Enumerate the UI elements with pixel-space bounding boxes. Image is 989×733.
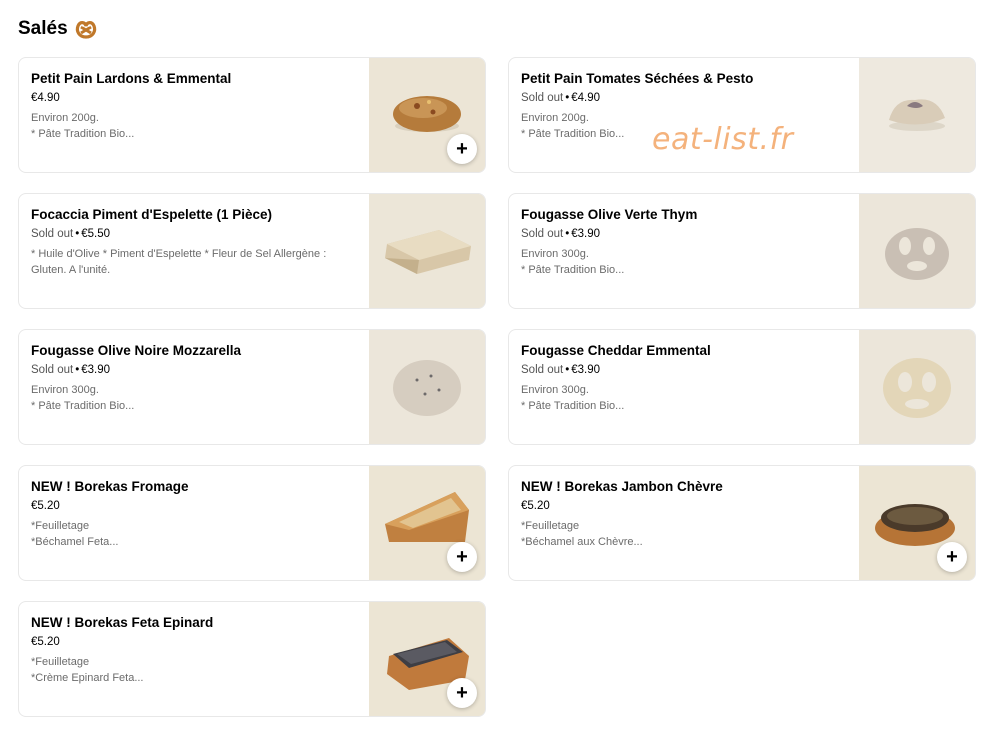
item-title: NEW ! Borekas Jambon Chèvre bbox=[521, 479, 723, 494]
add-button[interactable]: + bbox=[447, 542, 477, 572]
menu-item-text: Focaccia Piment d'Espelette (1 Pièce) So… bbox=[31, 206, 361, 278]
sold-out-label: Sold out bbox=[521, 228, 564, 240]
sold-out-label: Sold out bbox=[31, 364, 74, 376]
menu-grid: Petit Pain Lardons & Emmental €4.90 Envi… bbox=[18, 57, 978, 717]
item-photo bbox=[859, 194, 975, 308]
sold-out-label: Sold out bbox=[31, 228, 74, 240]
item-desc-line: Environ 300g. bbox=[31, 384, 99, 396]
item-description: *Feuilletage *Béchamel aux Chèvre... bbox=[521, 518, 851, 550]
item-desc-line: * Huile d'Olive * Piment d'Espelette * F… bbox=[31, 248, 327, 260]
item-price: €3.90 bbox=[571, 364, 601, 376]
item-description: * Huile d'Olive * Piment d'Espelette * F… bbox=[31, 246, 361, 278]
menu-item-text: Fougasse Olive Noire Mozzarella Sold out… bbox=[31, 342, 361, 414]
item-desc-line: *Feuilletage bbox=[31, 520, 90, 532]
item-title: NEW ! Borekas Feta Epinard bbox=[31, 615, 214, 630]
item-desc-line: Environ 300g. bbox=[521, 248, 589, 260]
menu-item-card[interactable]: NEW ! Borekas Feta Epinard €5.20 *Feuill… bbox=[18, 601, 486, 717]
menu-item-text: NEW ! Borekas Feta Epinard €5.20 *Feuill… bbox=[31, 614, 361, 686]
item-photo bbox=[369, 330, 485, 444]
item-desc-line: Environ 300g. bbox=[521, 384, 589, 396]
item-price: €3.90 bbox=[571, 228, 601, 240]
item-photo bbox=[369, 194, 485, 308]
menu-item-card[interactable]: NEW ! Borekas Fromage €5.20 *Feuilletage… bbox=[18, 465, 486, 581]
section-title: Salés bbox=[18, 18, 68, 39]
item-desc-line: *Béchamel aux Chèvre... bbox=[521, 536, 643, 548]
menu-item-text: NEW ! Borekas Jambon Chèvre €5.20 *Feuil… bbox=[521, 478, 851, 550]
item-price-line: Sold out • €3.90 bbox=[521, 363, 851, 378]
menu-item-text: NEW ! Borekas Fromage €5.20 *Feuilletage… bbox=[31, 478, 361, 550]
item-description: Environ 300g. * Pâte Tradition Bio... bbox=[31, 382, 361, 414]
sold-out-label: Sold out bbox=[521, 364, 564, 376]
item-desc-line: *Feuilletage bbox=[521, 520, 580, 532]
item-price-line: €5.20 bbox=[31, 499, 361, 514]
sold-out-label: Sold out bbox=[521, 92, 564, 104]
menu-item-card[interactable]: Fougasse Olive Noire Mozzarella Sold out… bbox=[18, 329, 486, 445]
item-title: Petit Pain Lardons & Emmental bbox=[31, 71, 232, 86]
item-price-line: Sold out • €5.50 bbox=[31, 227, 361, 242]
pretzel-icon bbox=[74, 18, 98, 40]
item-price: €5.20 bbox=[31, 500, 60, 512]
item-price: €5.20 bbox=[521, 500, 550, 512]
separator-dot: • bbox=[75, 228, 80, 240]
item-price: €4.90 bbox=[571, 92, 601, 104]
item-price: €5.50 bbox=[81, 228, 111, 240]
item-price-line: €5.20 bbox=[31, 635, 361, 650]
item-photo bbox=[859, 330, 975, 444]
item-title: Focaccia Piment d'Espelette (1 Pièce) bbox=[31, 207, 273, 222]
section-header: Salés bbox=[18, 18, 98, 40]
menu-item-text: Petit Pain Lardons & Emmental €4.90 Envi… bbox=[31, 70, 361, 142]
item-price-line: Sold out • €3.90 bbox=[31, 363, 361, 378]
separator-dot: • bbox=[75, 364, 80, 376]
menu-item-card[interactable]: NEW ! Borekas Jambon Chèvre €5.20 *Feuil… bbox=[508, 465, 976, 581]
separator-dot: • bbox=[565, 228, 570, 240]
item-title: Fougasse Cheddar Emmental bbox=[521, 343, 711, 358]
item-desc-line: * Pâte Tradition Bio... bbox=[31, 128, 135, 140]
item-description: Environ 300g. * Pâte Tradition Bio... bbox=[521, 246, 851, 278]
item-title: Fougasse Olive Noire Mozzarella bbox=[31, 343, 242, 358]
item-price-line: €4.90 bbox=[31, 91, 361, 106]
separator-dot: • bbox=[565, 364, 570, 376]
add-button[interactable]: + bbox=[447, 134, 477, 164]
item-desc-line: * Pâte Tradition Bio... bbox=[31, 400, 135, 412]
add-button[interactable]: + bbox=[937, 542, 967, 572]
item-desc-line: * Pâte Tradition Bio... bbox=[521, 400, 625, 412]
item-price-line: Sold out • €3.90 bbox=[521, 227, 851, 242]
item-description: *Feuilletage *Crème Epinard Feta... bbox=[31, 654, 361, 686]
item-price-line: Sold out • €4.90 bbox=[521, 91, 851, 106]
menu-item-text: Fougasse Cheddar Emmental Sold out • €3.90… bbox=[521, 342, 851, 414]
watermark: eat-list.fr bbox=[652, 122, 794, 157]
menu-item-card[interactable]: Fougasse Olive Verte Thym Sold out • €3.90… bbox=[508, 193, 976, 309]
item-desc-line: *Crème Epinard Feta... bbox=[31, 672, 144, 684]
add-button[interactable]: + bbox=[447, 678, 477, 708]
item-desc-line: Environ 200g. bbox=[31, 112, 99, 124]
item-photo bbox=[859, 58, 975, 172]
item-description: Environ 300g. * Pâte Tradition Bio... bbox=[521, 382, 851, 414]
item-price: €4.90 bbox=[31, 92, 60, 104]
item-price-line: €5.20 bbox=[521, 499, 851, 514]
menu-item-card[interactable]: Petit Pain Lardons & Emmental €4.90 Envi… bbox=[18, 57, 486, 173]
item-desc-line: * Pâte Tradition Bio... bbox=[521, 264, 625, 276]
menu-item-card[interactable]: Fougasse Cheddar Emmental Sold out • €3.90… bbox=[508, 329, 976, 445]
item-description: Environ 200g. * Pâte Tradition Bio... bbox=[31, 110, 361, 142]
item-title: Petit Pain Tomates Séchées & Pesto bbox=[521, 71, 754, 86]
item-desc-line: *Feuilletage bbox=[31, 656, 90, 668]
item-title: Fougasse Olive Verte Thym bbox=[521, 207, 698, 222]
menu-item-text: Fougasse Olive Verte Thym Sold out • €3.90… bbox=[521, 206, 851, 278]
item-price: €3.90 bbox=[81, 364, 111, 376]
item-description: *Feuilletage *Béchamel Feta... bbox=[31, 518, 361, 550]
item-title: NEW ! Borekas Fromage bbox=[31, 479, 189, 494]
item-price: €5.20 bbox=[31, 636, 60, 648]
item-desc-line: *Béchamel Feta... bbox=[31, 536, 119, 548]
separator-dot: • bbox=[565, 92, 570, 104]
item-desc-line: Gluten. A l'unité. bbox=[31, 264, 111, 276]
menu-item-card[interactable]: Focaccia Piment d'Espelette (1 Pièce) So… bbox=[18, 193, 486, 309]
